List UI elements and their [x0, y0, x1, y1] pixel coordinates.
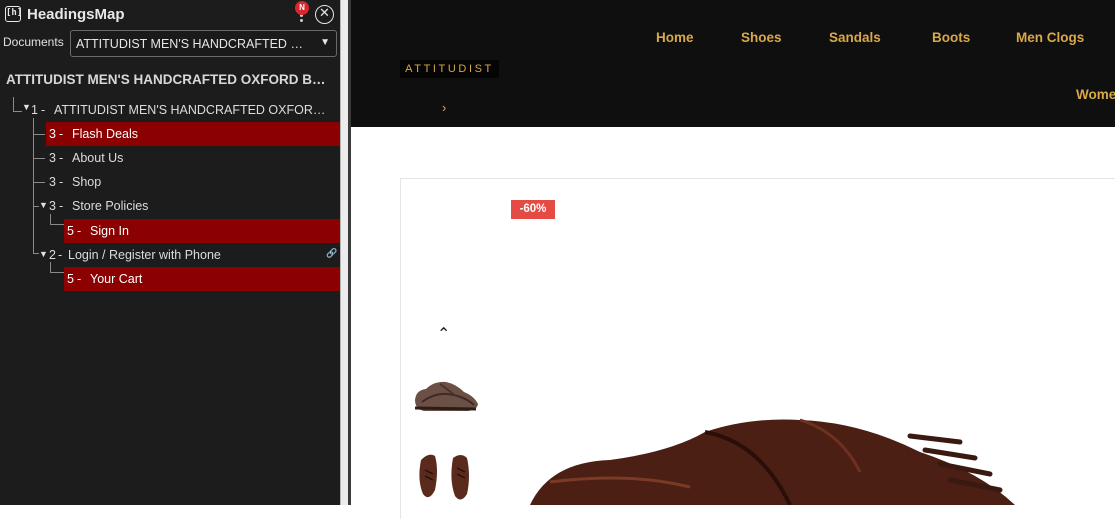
tree-item-label: Login / Register with Phone	[68, 248, 221, 262]
tree-item-label: About Us	[72, 151, 124, 165]
tree-item[interactable]: 3 - Flash Deals	[46, 122, 340, 146]
headingsmap-panel: [h] HeadingsMap N ✕ Documents ATTITUDIST…	[0, 0, 340, 505]
tree-item[interactable]: 5 - Your Cart	[64, 267, 340, 291]
discount-badge: -60%	[511, 200, 555, 219]
tree-item-level: 3	[49, 199, 56, 213]
documents-select[interactable]: ATTITUDIST MEN'S HANDCRAFTED OXFORD BROW…	[70, 30, 337, 57]
tree-connector	[50, 224, 64, 225]
chevron-up-icon[interactable]: ⌃	[437, 324, 450, 343]
headingsmap-header: [h] HeadingsMap N ✕	[0, 0, 340, 30]
nav-women[interactable]: Wome	[1076, 87, 1115, 102]
tree-item-level: 5	[67, 224, 74, 238]
nav-shoes[interactable]: Shoes	[741, 30, 782, 45]
tree-connector	[50, 272, 64, 273]
tree-item-level: 3	[49, 151, 56, 165]
chevron-right-icon[interactable]: ›	[442, 100, 446, 115]
tree-connector	[33, 182, 45, 183]
tree-item[interactable]: 5 - Sign In	[64, 219, 340, 243]
nav-men-clogs[interactable]: Men Clogs	[1016, 30, 1084, 45]
tree-item[interactable]: 1 - ATTITUDIST MEN'S HANDCRAFTED OXFORD …	[30, 98, 330, 122]
tree-item-label: ATTITUDIST MEN'S HANDCRAFTED OXFORD BROW…	[54, 103, 328, 117]
tree-item[interactable]: 3 - Store Policies	[46, 194, 340, 218]
tree-connector	[33, 134, 45, 135]
product-main-image[interactable]	[530, 412, 1050, 505]
nav-sandals[interactable]: Sandals	[829, 30, 881, 45]
headingsmap-logo-icon: [h]	[5, 6, 22, 22]
nav-home[interactable]: Home	[656, 30, 694, 45]
tree-item-label: Your Cart	[90, 272, 143, 286]
tree-item-label: Flash Deals	[72, 127, 138, 141]
tree-item[interactable]: 3 - Shop	[46, 170, 340, 194]
tree-item-level: 3	[49, 175, 56, 189]
product-thumbnail[interactable]	[412, 372, 480, 420]
documents-label: Documents	[3, 35, 64, 49]
tree-item-level: 2	[49, 248, 56, 262]
tree-item-level: 5	[67, 272, 74, 286]
documents-selected-value: ATTITUDIST MEN'S HANDCRAFTED OXFORD BROW…	[76, 37, 312, 51]
tree-connector	[33, 118, 34, 253]
tree-item-label: Shop	[72, 175, 102, 189]
brand-logo[interactable]: ATTITUDIST	[400, 60, 499, 78]
site-header: Home Shoes Sandals Boots Men Clogs ATTIT…	[351, 0, 1115, 127]
tree-item-level: 3	[49, 127, 56, 141]
tree-connector	[13, 97, 14, 111]
tree-connector	[13, 111, 22, 112]
close-icon[interactable]: ✕	[315, 5, 334, 24]
root-heading[interactable]: ATTITUDIST MEN'S HANDCRAFTED OXFORD BROW…	[6, 72, 326, 87]
tree-item[interactable]: 2 - Login / Register with Phone	[46, 243, 324, 267]
chevron-down-icon[interactable]: ▼	[320, 37, 330, 48]
nav-boots[interactable]: Boots	[932, 30, 970, 45]
headingsmap-title: HeadingsMap	[27, 6, 125, 23]
tree-item-label: Sign In	[90, 224, 129, 238]
tree-item-level: 1	[31, 103, 38, 117]
notification-badge[interactable]: N	[295, 1, 309, 15]
link-icon[interactable]: 🔗	[326, 248, 337, 259]
tree-item-label: Store Policies	[72, 199, 149, 213]
product-thumbnail[interactable]	[415, 450, 475, 505]
tree-connector	[33, 158, 45, 159]
tree-item[interactable]: 3 - About Us	[46, 146, 340, 170]
